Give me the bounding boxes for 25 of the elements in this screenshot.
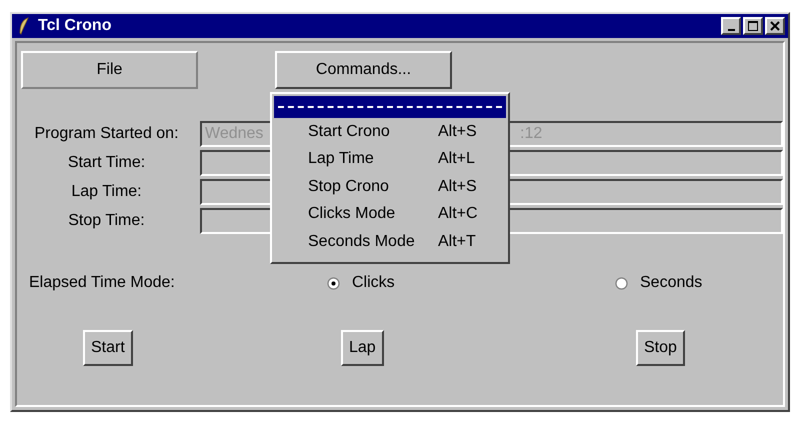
menu-item[interactable]: Seconds Mode Alt+T	[274, 228, 506, 256]
menu-item[interactable]: Lap Time Alt+L	[274, 146, 506, 173]
mode-label: Elapsed Time Mode:	[29, 274, 175, 292]
menu-item[interactable]: Start Crono Alt+S	[274, 118, 506, 146]
menu-item[interactable]: Stop Crono Alt+S	[274, 173, 506, 200]
close-icon	[770, 21, 780, 31]
menu-item[interactable]: Clicks Mode Alt+C	[274, 200, 506, 228]
minimize-icon	[728, 28, 734, 30]
field-label: Program Started on:	[33, 125, 180, 143]
menu-button[interactable]: Commands...	[275, 51, 452, 89]
action-button[interactable]: Lap	[341, 330, 384, 366]
maximize-button[interactable]	[743, 17, 763, 35]
menu-button[interactable]: File	[21, 51, 198, 89]
field-label: Start Time:	[66, 154, 146, 172]
radio-option[interactable]: Clicks	[327, 274, 395, 292]
radio-option[interactable]: Seconds	[615, 274, 702, 292]
minimize-button[interactable]	[721, 17, 741, 35]
field-label: Stop Time:	[67, 212, 146, 230]
action-button[interactable]: Stop	[636, 330, 685, 366]
maximize-icon	[748, 21, 758, 31]
window-title: Tcl Crono	[38, 17, 112, 35]
feather-icon	[18, 17, 30, 35]
field-label: Lap Time:	[70, 183, 143, 201]
action-button[interactable]: Start	[83, 330, 133, 366]
close-button[interactable]	[765, 17, 785, 35]
